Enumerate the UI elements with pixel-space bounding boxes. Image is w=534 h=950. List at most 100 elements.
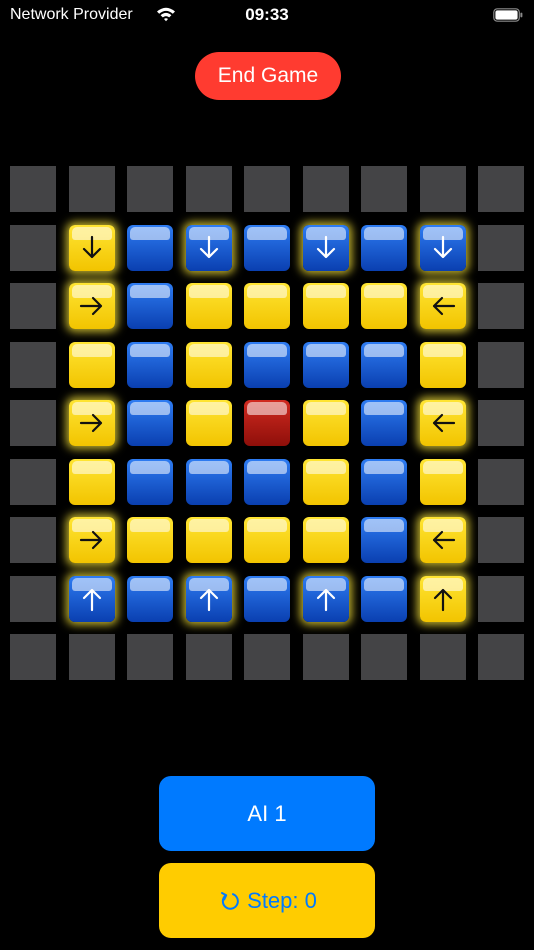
empty-cell [10,342,56,388]
blue-tile[interactable] [244,225,290,271]
yellow-tile[interactable] [420,576,466,622]
yellow-tile[interactable] [69,517,115,563]
yellow-tile[interactable] [244,283,290,329]
blue-tile[interactable] [127,400,173,446]
blue-tile[interactable] [303,342,349,388]
arrow-up-icon [82,588,102,612]
blue-tile[interactable] [361,459,407,505]
empty-cell [186,634,232,680]
yellow-tile[interactable] [69,459,115,505]
empty-cell [361,634,407,680]
blue-tile[interactable] [361,225,407,271]
blue-tile[interactable] [420,225,466,271]
arrow-right-icon [79,530,103,550]
arrow-left-icon [432,296,456,316]
empty-cell [478,400,524,446]
blue-tile[interactable] [244,459,290,505]
yellow-tile[interactable] [69,283,115,329]
blue-tile[interactable] [127,576,173,622]
empty-cell [10,459,56,505]
yellow-tile[interactable] [127,517,173,563]
blue-tile[interactable] [127,225,173,271]
empty-cell [10,225,56,271]
yellow-tile[interactable] [244,517,290,563]
empty-cell [10,634,56,680]
empty-cell [478,225,524,271]
empty-cell [10,517,56,563]
arrow-right-icon [79,413,103,433]
empty-cell [420,634,466,680]
empty-cell [420,166,466,212]
yellow-tile[interactable] [303,517,349,563]
yellow-tile[interactable] [186,517,232,563]
empty-cell [186,166,232,212]
empty-cell [361,166,407,212]
yellow-tile[interactable] [69,225,115,271]
red-tile[interactable] [244,400,290,446]
yellow-tile[interactable] [420,459,466,505]
empty-cell [69,166,115,212]
yellow-tile[interactable] [420,342,466,388]
empty-cell [478,634,524,680]
blue-tile[interactable] [303,225,349,271]
blue-tile[interactable] [361,342,407,388]
empty-cell [478,342,524,388]
empty-cell [10,283,56,329]
blue-tile[interactable] [361,400,407,446]
empty-cell [478,576,524,622]
arrow-left-icon [432,413,456,433]
status-time: 09:33 [245,5,289,24]
empty-cell [478,283,524,329]
blue-tile[interactable] [244,576,290,622]
yellow-tile[interactable] [420,517,466,563]
yellow-tile[interactable] [186,283,232,329]
blue-tile[interactable] [244,342,290,388]
blue-tile[interactable] [127,459,173,505]
arrow-right-icon [79,296,103,316]
blue-tile[interactable] [186,576,232,622]
blue-tile[interactable] [361,576,407,622]
empty-cell [478,459,524,505]
blue-tile[interactable] [186,459,232,505]
arrow-up-icon [199,588,219,612]
step-button[interactable]: Step: 0 [159,863,375,938]
arrow-up-icon [433,588,453,612]
yellow-tile[interactable] [186,400,232,446]
yellow-tile[interactable] [303,400,349,446]
arrow-down-icon [199,235,219,259]
empty-cell [478,166,524,212]
yellow-tile[interactable] [420,283,466,329]
empty-cell [244,166,290,212]
blue-tile[interactable] [303,576,349,622]
game-board [10,166,524,680]
blue-tile[interactable] [69,576,115,622]
status-bar: Network Provider 09:33 [0,0,534,32]
arrow-down-icon [433,235,453,259]
yellow-tile[interactable] [420,400,466,446]
yellow-tile[interactable] [361,283,407,329]
blue-tile[interactable] [186,225,232,271]
yellow-tile[interactable] [186,342,232,388]
blue-tile[interactable] [361,517,407,563]
yellow-tile[interactable] [303,283,349,329]
empty-cell [127,166,173,212]
empty-cell [244,634,290,680]
step-counter-label: Step: 0 [247,887,317,913]
empty-cell [303,634,349,680]
ai-level-button[interactable]: AI 1 [159,776,375,851]
blue-tile[interactable] [127,283,173,329]
arrow-left-icon [432,530,456,550]
yellow-tile[interactable] [69,342,115,388]
empty-cell [10,400,56,446]
blue-tile[interactable] [127,342,173,388]
empty-cell [303,166,349,212]
empty-cell [69,634,115,680]
empty-cell [10,166,56,212]
yellow-tile[interactable] [303,459,349,505]
empty-cell [127,634,173,680]
battery-icon [493,8,523,22]
arrow-down-icon [82,235,102,259]
empty-cell [10,576,56,622]
end-game-button[interactable]: End Game [195,52,341,100]
yellow-tile[interactable] [69,400,115,446]
